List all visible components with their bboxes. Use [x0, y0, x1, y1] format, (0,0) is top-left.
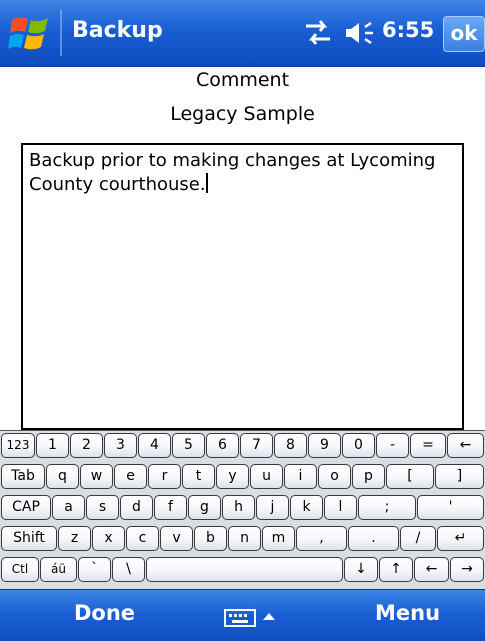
- key-g[interactable]: g: [188, 495, 221, 520]
- key-d[interactable]: d: [120, 495, 153, 520]
- key-0[interactable]: 0: [342, 433, 375, 458]
- key-semicolon[interactable]: ;: [358, 495, 416, 520]
- key-x[interactable]: x: [92, 526, 125, 551]
- key-w[interactable]: w: [80, 464, 113, 489]
- key-1[interactable]: 1: [36, 433, 69, 458]
- menu-bar: Done Menu: [0, 589, 485, 641]
- key-quote[interactable]: ': [417, 495, 484, 520]
- key-l[interactable]: l: [324, 495, 357, 520]
- keyboard-row-1: 123 1 2 3 4 5 6 7 8 9 0 - = ←: [0, 431, 485, 461]
- comment-textarea[interactable]: Backup prior to making changes at Lycomi…: [21, 143, 464, 430]
- key-z[interactable]: z: [58, 526, 91, 551]
- done-softkey[interactable]: Done: [74, 601, 135, 625]
- key-right-arrow[interactable]: →: [450, 557, 484, 582]
- keyboard-row-4: Shift z x c v b n m , . / ↵: [0, 524, 485, 554]
- windows-flag-icon[interactable]: [8, 12, 54, 54]
- key-a[interactable]: a: [52, 495, 85, 520]
- key-s[interactable]: s: [86, 495, 119, 520]
- key-u[interactable]: u: [250, 464, 283, 489]
- key-r[interactable]: r: [148, 464, 181, 489]
- key-2[interactable]: 2: [70, 433, 103, 458]
- key-t[interactable]: t: [182, 464, 215, 489]
- clock-time[interactable]: 6:55: [382, 18, 434, 42]
- sample-name: Legacy Sample: [170, 103, 315, 125]
- key-m[interactable]: m: [262, 526, 295, 551]
- connectivity-icon[interactable]: [300, 17, 336, 49]
- key-3[interactable]: 3: [104, 433, 137, 458]
- title-separator: [60, 10, 62, 56]
- key-ctrl[interactable]: Ctl: [1, 557, 39, 582]
- key-f[interactable]: f: [154, 495, 187, 520]
- key-o[interactable]: o: [318, 464, 351, 489]
- key-123[interactable]: 123: [1, 433, 35, 458]
- key-i[interactable]: i: [284, 464, 317, 489]
- key-9[interactable]: 9: [308, 433, 341, 458]
- key-shift[interactable]: Shift: [1, 526, 57, 551]
- key-minus[interactable]: -: [376, 433, 409, 458]
- key-h[interactable]: h: [222, 495, 255, 520]
- menu-softkey[interactable]: Menu: [375, 601, 440, 625]
- key-tab[interactable]: Tab: [1, 464, 45, 489]
- key-p[interactable]: p: [352, 464, 385, 489]
- key-left-bracket[interactable]: [: [386, 464, 434, 489]
- key-6[interactable]: 6: [206, 433, 239, 458]
- key-right-bracket[interactable]: ]: [435, 464, 484, 489]
- key-backtick[interactable]: `: [78, 557, 111, 582]
- keyboard-row-2: Tab q w e r t y u i o p [ ]: [0, 462, 485, 492]
- key-comma[interactable]: ,: [296, 526, 347, 551]
- key-enter[interactable]: ↵: [437, 526, 484, 551]
- key-7[interactable]: 7: [240, 433, 273, 458]
- key-slash[interactable]: /: [400, 526, 436, 551]
- key-c[interactable]: c: [126, 526, 159, 551]
- key-j[interactable]: j: [256, 495, 289, 520]
- key-q[interactable]: q: [46, 464, 79, 489]
- key-down-arrow[interactable]: ↓: [344, 557, 378, 582]
- key-8[interactable]: 8: [274, 433, 307, 458]
- key-up-arrow[interactable]: ↑: [379, 557, 413, 582]
- keyboard-row-5: Ctl áü ` \ ↓ ↑ ← →: [0, 555, 485, 585]
- key-period[interactable]: .: [348, 526, 399, 551]
- key-e[interactable]: e: [114, 464, 147, 489]
- key-n[interactable]: n: [228, 526, 261, 551]
- text-caret: [205, 173, 208, 193]
- key-equals[interactable]: =: [410, 433, 446, 458]
- ok-button[interactable]: ok: [443, 16, 485, 52]
- comment-text: Backup prior to making changes at Lycomi…: [29, 150, 442, 195]
- keyboard-row-3: CAP a s d f g h j k l ; ': [0, 493, 485, 523]
- key-y[interactable]: y: [216, 464, 249, 489]
- comment-heading: Comment: [195, 69, 290, 91]
- key-caps[interactable]: CAP: [1, 495, 51, 520]
- key-accents[interactable]: áü: [40, 557, 77, 582]
- key-left-arrow[interactable]: ←: [414, 557, 449, 582]
- key-backslash[interactable]: \: [112, 557, 145, 582]
- key-backspace[interactable]: ←: [447, 433, 484, 458]
- key-b[interactable]: b: [194, 526, 227, 551]
- soft-keyboard: 123 1 2 3 4 5 6 7 8 9 0 - = ← Tab q w e …: [0, 430, 485, 589]
- keyboard-icon[interactable]: [223, 604, 283, 630]
- key-space[interactable]: [146, 557, 343, 582]
- app-title: Backup: [72, 18, 163, 43]
- key-v[interactable]: v: [160, 526, 193, 551]
- key-5[interactable]: 5: [172, 433, 205, 458]
- key-k[interactable]: k: [290, 495, 323, 520]
- key-4[interactable]: 4: [138, 433, 171, 458]
- title-bar: Backup 6:55 ok: [0, 0, 485, 67]
- volume-icon[interactable]: [343, 17, 377, 49]
